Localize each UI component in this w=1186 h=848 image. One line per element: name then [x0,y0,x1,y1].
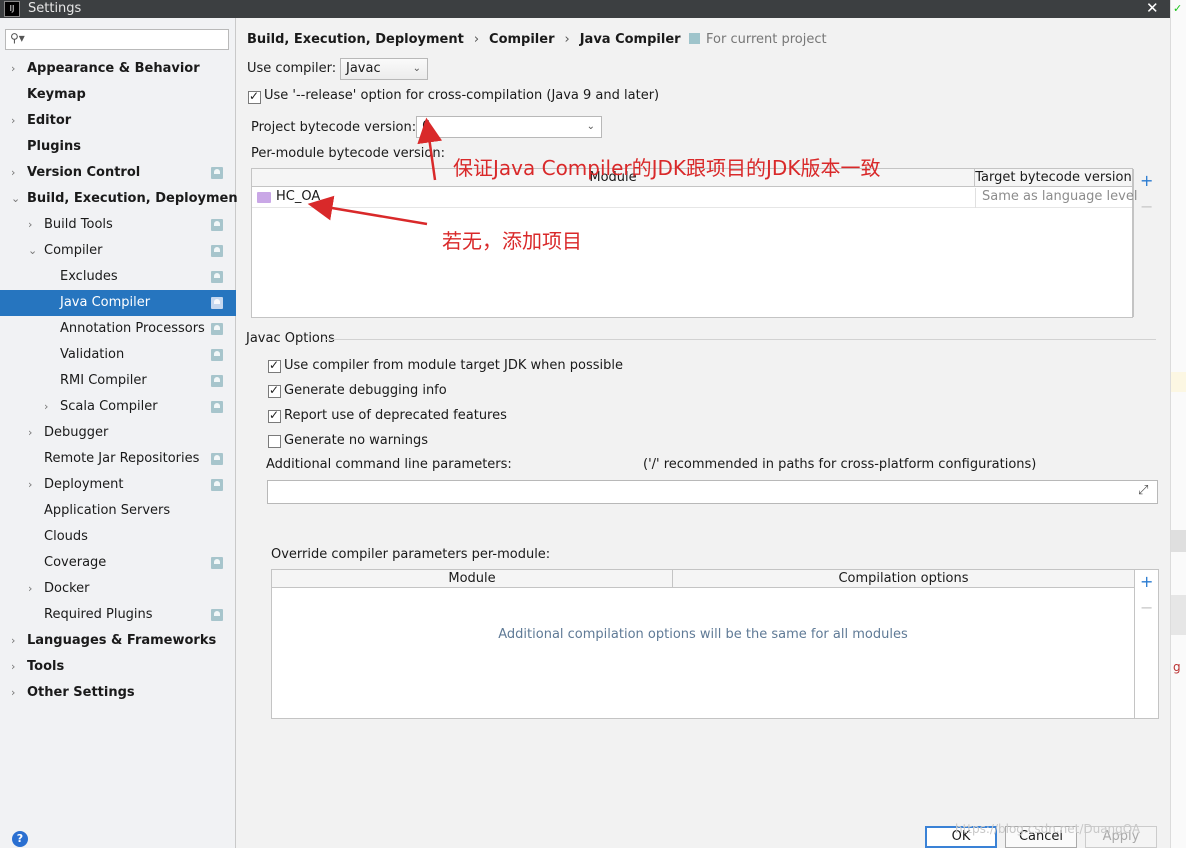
annotation-arrow-bytecode [417,117,443,181]
annotation-arrows [307,117,443,226]
watermark: https://blog.csdn.net/DuangOA [955,822,1141,836]
annotation-arrow-module [307,195,428,226]
annotation-note-jdk: 保证Java Compiler的JDK跟项目的JDK版本一致 [453,156,881,180]
annotation-note-add: 若无，添加项目 [442,229,582,253]
